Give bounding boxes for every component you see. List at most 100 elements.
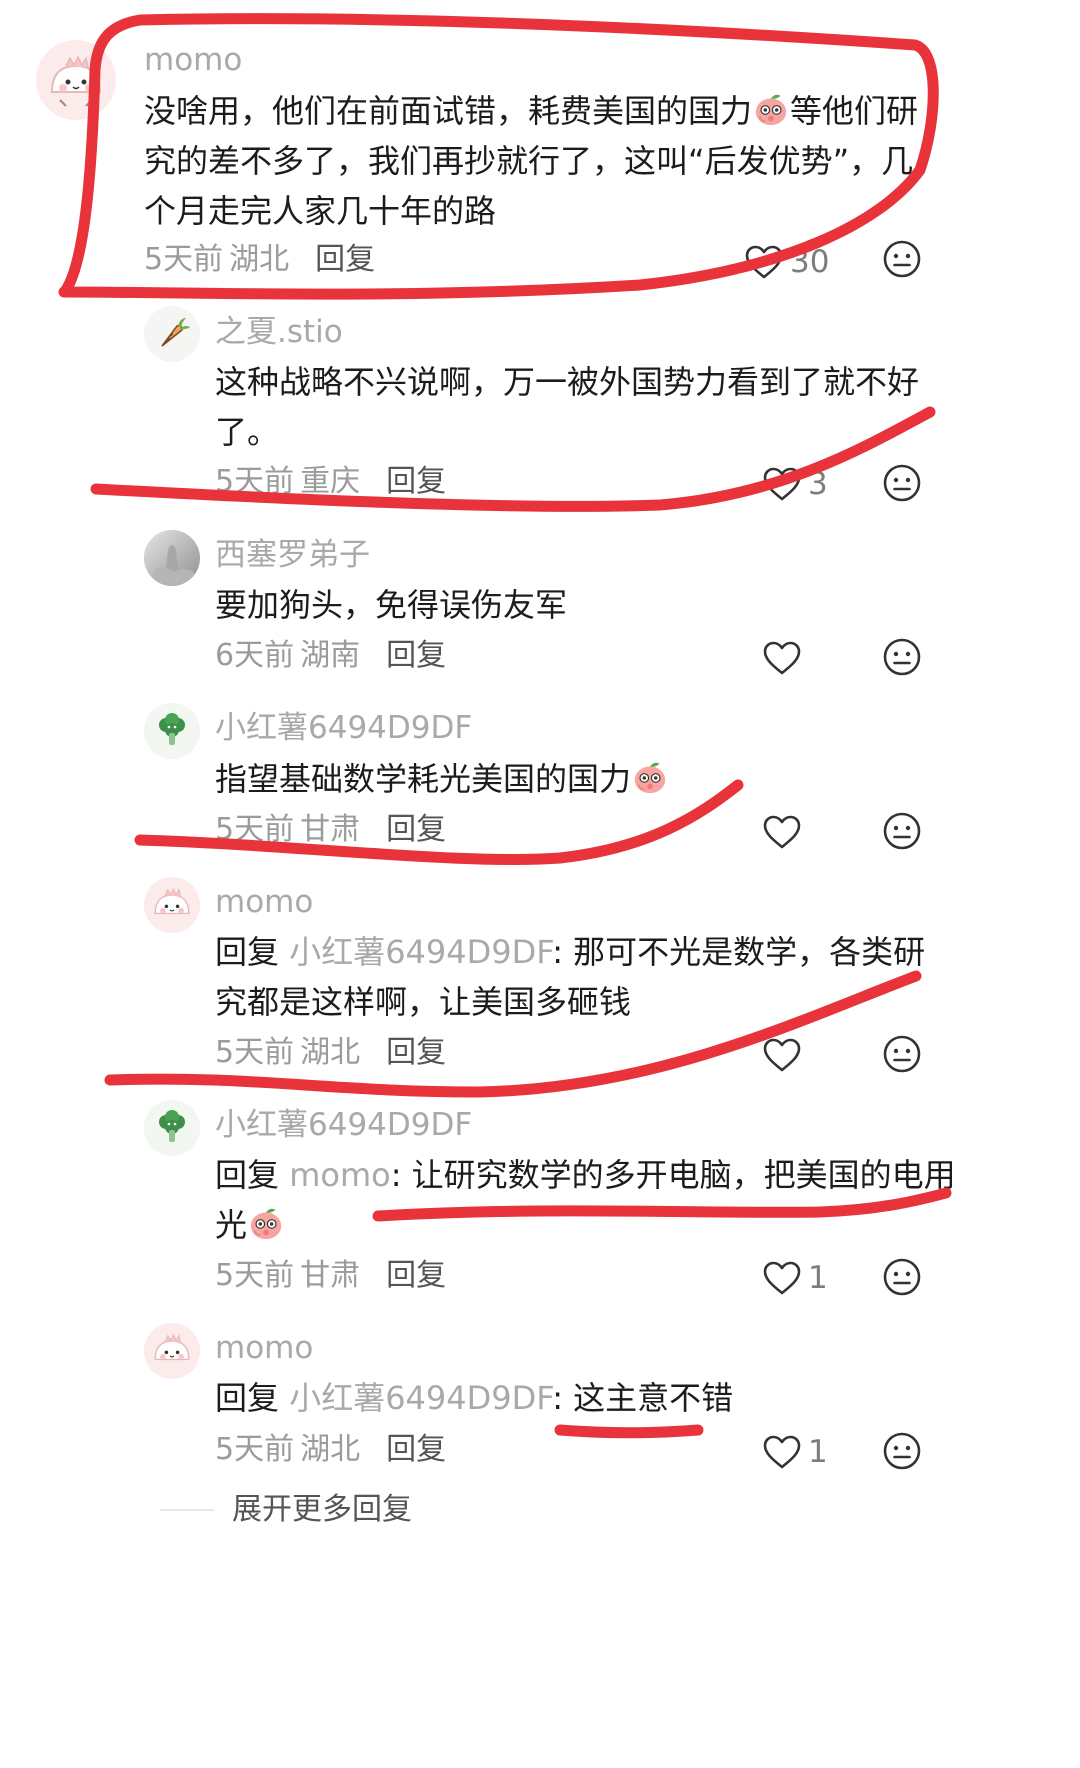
comment-username[interactable]: momo bbox=[144, 40, 242, 80]
comment-text-segment: 指望基础数学耗光美国的国力 bbox=[215, 760, 632, 798]
comment-text-line: 要加狗头，免得误伤友军 bbox=[215, 586, 568, 624]
comment-location: 重庆 bbox=[300, 464, 361, 499]
neutral-face-icon bbox=[883, 1258, 921, 1296]
avatar[interactable] bbox=[144, 877, 200, 933]
pink-cartoon-avatar-icon bbox=[144, 877, 200, 933]
comment-meta: 5天前 湖北 回复 bbox=[215, 1430, 446, 1470]
comment-location: 湖北 bbox=[300, 1432, 361, 1467]
grey-photo-avatar-icon bbox=[144, 530, 200, 586]
comment-text-segment: : 那可不光是数学，各类研 bbox=[552, 933, 926, 971]
dislike-button[interactable] bbox=[882, 811, 922, 851]
avatar[interactable] bbox=[36, 40, 116, 120]
neutral-face-icon bbox=[883, 464, 921, 502]
comment-time: 5天前 bbox=[144, 242, 224, 277]
reply-prefix: 回复 bbox=[215, 1156, 290, 1194]
like-button[interactable]: 1 bbox=[762, 1428, 828, 1476]
dislike-button[interactable] bbox=[882, 1257, 922, 1297]
comment-text-segment: 没啥用，他们在前面试错，耗费美国的国力 bbox=[144, 92, 753, 130]
avatar[interactable] bbox=[144, 1100, 200, 1156]
like-button[interactable]: 30 bbox=[744, 238, 829, 286]
mention-link[interactable]: 小红薯6494D9DF bbox=[289, 1379, 552, 1417]
comment-location: 湖北 bbox=[300, 1035, 361, 1070]
like-count: 30 bbox=[790, 244, 830, 280]
heart-icon bbox=[763, 815, 801, 849]
comment-username[interactable]: 之夏.stio bbox=[215, 312, 343, 352]
comment-text-line: 个月走完人家几十年的路 bbox=[144, 192, 497, 230]
comment-meta: 5天前 甘肃 回复 bbox=[215, 1256, 446, 1296]
heart-icon bbox=[763, 641, 801, 675]
comment-text-line: 光 bbox=[215, 1197, 285, 1259]
heart-icon bbox=[763, 467, 801, 501]
avatar[interactable] bbox=[144, 530, 200, 586]
neutral-face-icon bbox=[883, 1432, 921, 1470]
dislike-button[interactable] bbox=[882, 1034, 922, 1074]
dislike-button[interactable] bbox=[882, 1431, 922, 1471]
neutral-face-icon bbox=[883, 240, 921, 278]
peach-sticker-emoji-icon bbox=[631, 757, 669, 813]
comment-text-line: 指望基础数学耗光美国的国力 bbox=[215, 751, 669, 813]
reply-button[interactable]: 回复 bbox=[386, 464, 446, 499]
comment-location: 湖南 bbox=[300, 638, 361, 673]
mention-link[interactable]: 小红薯6494D9DF bbox=[289, 933, 552, 971]
comment-location: 甘肃 bbox=[300, 812, 361, 847]
pink-cartoon-avatar-icon bbox=[144, 1323, 200, 1379]
reply-button[interactable]: 回复 bbox=[386, 1035, 446, 1070]
comment-text-segment: 光 bbox=[215, 1206, 248, 1244]
like-button[interactable] bbox=[762, 1031, 808, 1079]
like-button[interactable] bbox=[762, 634, 808, 682]
comment-meta: 5天前 湖北 回复 bbox=[215, 1033, 446, 1073]
avatar[interactable] bbox=[144, 306, 200, 362]
reply-button[interactable]: 回复 bbox=[386, 812, 446, 847]
broccoli-avatar-icon bbox=[144, 703, 200, 759]
comment-text-line: 这种战略不兴说啊，万一被外国势力看到了就不好 bbox=[215, 363, 920, 401]
neutral-face-icon bbox=[883, 812, 921, 850]
reply-button[interactable]: 回复 bbox=[386, 1432, 446, 1467]
comment-text-line: 究的差不多了，我们再抄就行了，这叫“后发优势”，几 bbox=[144, 142, 914, 180]
comment-username[interactable]: 西塞罗弟子 bbox=[215, 535, 370, 575]
comment-username[interactable]: 小红薯6494D9DF bbox=[215, 708, 472, 748]
mention-link[interactable]: momo bbox=[289, 1156, 391, 1194]
like-button[interactable] bbox=[762, 808, 808, 856]
reply-prefix: 回复 bbox=[215, 1379, 290, 1417]
expand-more-replies-button[interactable]: 展开更多回复 bbox=[232, 1490, 412, 1530]
like-button[interactable]: 3 bbox=[762, 460, 828, 508]
comment-username[interactable]: momo bbox=[215, 1328, 313, 1368]
comment-time: 5天前 bbox=[215, 1258, 295, 1293]
heart-icon bbox=[745, 245, 783, 279]
comment-meta: 5天前 重庆 回复 bbox=[215, 462, 446, 502]
heart-icon bbox=[763, 1038, 801, 1072]
neutral-face-icon bbox=[883, 638, 921, 676]
dislike-button[interactable] bbox=[882, 463, 922, 503]
like-count: 1 bbox=[808, 1434, 828, 1470]
peach-sticker-emoji-icon bbox=[247, 1203, 285, 1259]
reply-button[interactable]: 回复 bbox=[315, 242, 375, 277]
comment-text-line: 回复 momo: 让研究数学的多开电脑，把美国的电用 bbox=[215, 1147, 956, 1203]
comment-meta: 5天前 甘肃 回复 bbox=[215, 810, 446, 850]
comment-location: 湖北 bbox=[229, 242, 290, 277]
comment-text-segment: 等他们研 bbox=[790, 92, 919, 130]
reply-button[interactable]: 回复 bbox=[386, 638, 446, 673]
avatar[interactable] bbox=[144, 703, 200, 759]
reply-prefix: 回复 bbox=[215, 933, 290, 971]
like-count: 3 bbox=[808, 466, 828, 502]
reply-button[interactable]: 回复 bbox=[386, 1258, 446, 1293]
heart-icon bbox=[763, 1261, 801, 1295]
dislike-button[interactable] bbox=[882, 637, 922, 677]
comment-time: 5天前 bbox=[215, 1035, 295, 1070]
comment-time: 5天前 bbox=[215, 1432, 295, 1467]
comment-time: 5天前 bbox=[215, 464, 295, 499]
pink-cartoon-avatar-icon bbox=[36, 40, 116, 120]
avatar[interactable] bbox=[144, 1323, 200, 1379]
like-button[interactable]: 1 bbox=[762, 1254, 828, 1302]
annotation-underline bbox=[554, 1424, 704, 1439]
comment-time: 6天前 bbox=[215, 638, 295, 673]
comment-text-line: 究都是这样啊，让美国多砸钱 bbox=[215, 983, 632, 1021]
comment-location: 甘肃 bbox=[300, 1258, 361, 1293]
dislike-button[interactable] bbox=[882, 239, 922, 279]
like-count: 1 bbox=[808, 1260, 828, 1296]
comment-username[interactable]: momo bbox=[215, 882, 313, 922]
divider bbox=[160, 1509, 214, 1511]
comment-username[interactable]: 小红薯6494D9DF bbox=[215, 1105, 472, 1145]
neutral-face-icon bbox=[883, 1035, 921, 1073]
comment-time: 5天前 bbox=[215, 812, 295, 847]
